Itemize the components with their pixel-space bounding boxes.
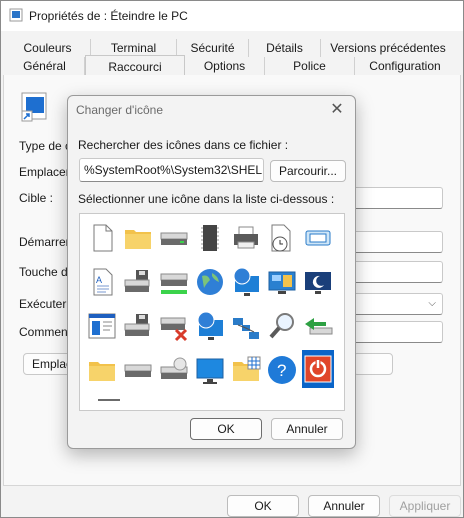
dialog-ok-button[interactable]: OK (190, 418, 262, 440)
type-label: Type de c (19, 139, 72, 153)
icon-file-path-input[interactable]: %SystemRoot%\System32\SHELL32.dll (79, 158, 264, 182)
tab-options[interactable]: Options (185, 57, 265, 75)
tab-configuration[interactable]: Configuration (355, 57, 455, 75)
svg-text:A: A (96, 275, 102, 285)
run-label: Exécuter : (19, 297, 74, 311)
window-title: Propriétés de : Éteindre le PC (29, 9, 188, 23)
shortcut-arrow-icon[interactable] (334, 220, 344, 256)
floppy-drive-icon[interactable] (122, 264, 154, 300)
cancel-button[interactable]: Annuler (308, 495, 380, 517)
power-icon[interactable] (302, 350, 334, 388)
icon-list-label: Sélectionner une icône dans la liste ci-… (78, 192, 335, 206)
network-drive-icon[interactable] (158, 264, 190, 300)
removable-disk-icon[interactable] (302, 220, 334, 256)
tab-police[interactable]: Police (265, 57, 355, 75)
drive-icon[interactable] (158, 220, 190, 256)
memory-chip-icon[interactable] (194, 220, 226, 256)
small-arrow-icon[interactable] (334, 264, 344, 300)
tab-details[interactable]: Détails (249, 39, 321, 57)
text-document-icon[interactable]: A (86, 264, 118, 300)
drive-icon-2[interactable] (122, 352, 154, 388)
network-monitor-icon[interactable] (194, 308, 226, 344)
blank-document-icon[interactable] (86, 220, 118, 256)
sleep-monitor-icon[interactable] (302, 264, 334, 300)
title-bar: Propriétés de : Éteindre le PC (1, 1, 463, 31)
window-app-icon[interactable] (86, 308, 118, 344)
printer-icon[interactable] (230, 220, 262, 256)
floppy-drive-icon-2[interactable] (122, 308, 154, 344)
dialog-title: Changer d'icône (76, 103, 164, 117)
green-arrow-drive-icon[interactable] (302, 308, 334, 344)
monitor-icon[interactable] (194, 352, 226, 388)
browse-button[interactable]: Parcourir... (270, 160, 346, 182)
display-settings-icon[interactable] (266, 264, 298, 300)
tab-versions-precedentes[interactable]: Versions précédentes (321, 39, 455, 57)
apply-button[interactable]: Appliquer (389, 495, 461, 517)
chevron-down-icon: ⌵ (428, 298, 436, 309)
tabs-row-back: Couleurs Terminal Sécurité Détails Versi… (5, 39, 455, 57)
advanced-button[interactable] (353, 353, 393, 375)
app-icon (9, 8, 23, 22)
network-globe-icon[interactable] (230, 264, 262, 300)
svg-text:?: ? (277, 361, 286, 380)
tab-couleurs[interactable]: Couleurs (5, 39, 91, 57)
tabs-row-front: Général Raccourci Options Police Configu… (5, 55, 455, 77)
ok-button[interactable]: OK (227, 495, 299, 517)
clock-document-icon[interactable] (266, 220, 298, 256)
target-label: Cible : (19, 191, 54, 205)
cd-drive-icon[interactable] (158, 352, 190, 388)
help-icon[interactable]: ? (266, 352, 298, 388)
partial-icon[interactable] (334, 352, 344, 388)
icon-list[interactable]: A ? (79, 213, 345, 411)
change-icon-dialog: Changer d'icône ✕ Rechercher des icônes … (67, 95, 356, 449)
shortcut-icon (21, 92, 47, 122)
search-label: Rechercher des icônes dans ce fichier : (78, 138, 289, 152)
globe-icon[interactable] (194, 264, 226, 300)
properties-window: Propriétés de : Éteindre le PC Couleurs … (0, 0, 464, 518)
disconnected-drive-icon[interactable] (158, 308, 190, 344)
dialog-cancel-button[interactable]: Annuler (271, 418, 343, 440)
tab-general[interactable]: Général (5, 57, 85, 75)
package-icon[interactable] (334, 308, 344, 344)
network-cable-icon[interactable] (230, 308, 262, 344)
yellow-folder-icon[interactable] (86, 352, 118, 388)
tab-securite[interactable]: Sécurité (177, 39, 249, 57)
magnifier-icon[interactable] (266, 308, 298, 344)
tab-raccourci[interactable]: Raccourci (85, 55, 185, 77)
folder-grid-icon[interactable] (230, 352, 262, 388)
close-icon[interactable]: ✕ (329, 99, 345, 119)
folder-icon[interactable] (122, 220, 154, 256)
horizontal-scrollbar[interactable] (98, 399, 120, 401)
